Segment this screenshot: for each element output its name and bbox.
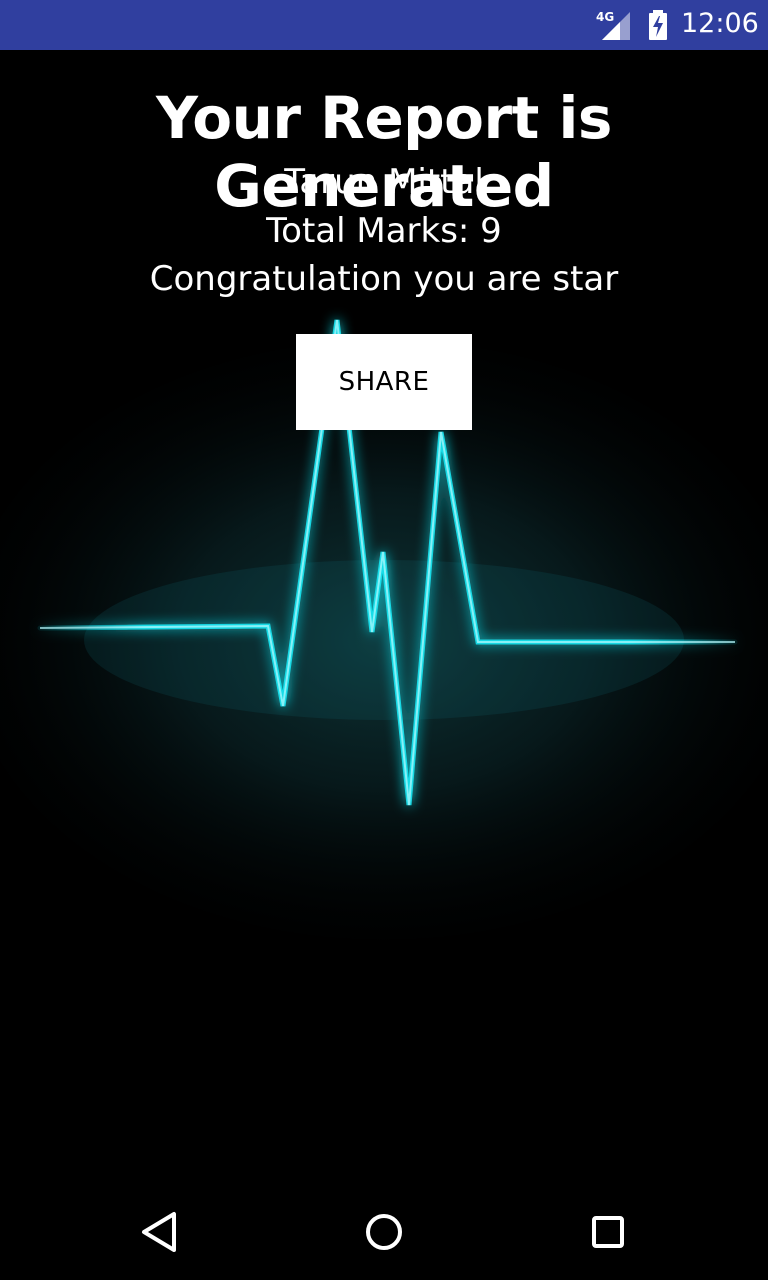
- total-marks: Total Marks: 9: [266, 211, 502, 251]
- back-icon[interactable]: [128, 1200, 192, 1264]
- battery-charging-icon: [649, 10, 667, 40]
- navigation-bar: [0, 1184, 768, 1280]
- status-bar: 4G 12:06: [0, 0, 768, 50]
- status-clock: 12:06: [681, 8, 759, 39]
- share-button[interactable]: SHARE: [296, 334, 472, 430]
- report-screen: 4G 12:06 Your Report is Generated Tarun …: [0, 0, 768, 1280]
- recents-icon[interactable]: [576, 1200, 640, 1264]
- home-icon[interactable]: [352, 1200, 416, 1264]
- network-type-label: 4G: [596, 10, 615, 24]
- student-name: Tarun Mittal: [284, 162, 484, 202]
- congratulation-message: Congratulation you are star: [149, 259, 619, 299]
